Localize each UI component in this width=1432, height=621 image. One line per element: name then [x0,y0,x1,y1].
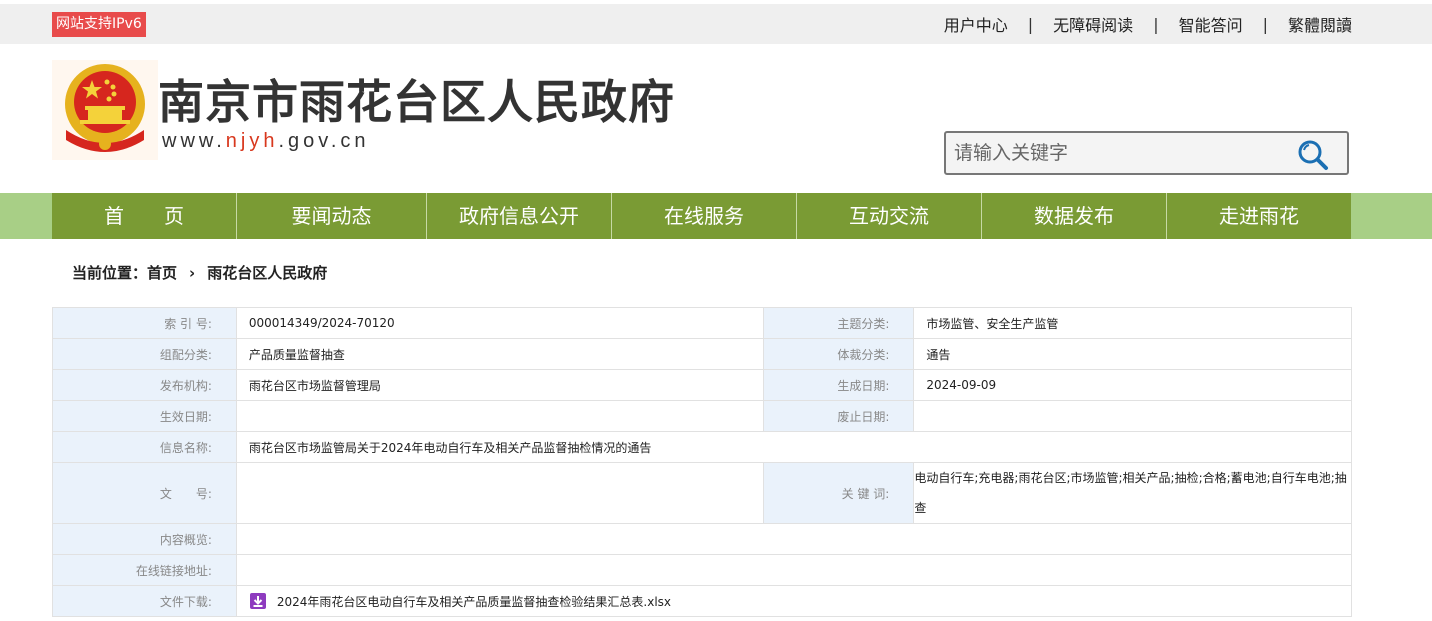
table-row: 发布机构: 雨花台区市场监督管理局 生成日期: 2024-09-09 [52,369,1352,401]
summary-value [235,523,1353,555]
top-bar: 网站支持IPv6 用户中心 | 无障碍阅读 | 智能答问 | 繁體閱讀 [0,4,1432,44]
category-value: 产品质量监督抽查 [235,338,765,370]
national-emblem-logo [52,60,158,160]
breadcrumb-home[interactable]: 首页 [147,264,177,282]
traditional-chinese-link[interactable]: 繁體閱讀 [1288,12,1352,36]
top-links: 用户中心 | 无障碍阅读 | 智能答问 | 繁體閱讀 [944,4,1352,44]
table-row: 文件下载: 2024年雨花台区电动自行车及相关产品质量监督抽查检验结果汇总表.x… [52,585,1353,617]
smart-qa-link[interactable]: 智能答问 [1179,12,1243,36]
download-file-name[interactable]: 2024年雨花台区电动自行车及相关产品质量监督抽查检验结果汇总表.xlsx [277,593,671,610]
created-date-value: 2024-09-09 [913,369,1352,401]
topic-label: 主题分类: [763,307,915,339]
download-icon [249,593,266,609]
doc-no-label: 文 号: [52,462,237,524]
table-row: 信息名称: 雨花台区市场监管局关于2024年电动自行车及相关产品监督抽检情况的通… [52,431,1353,463]
user-center-link[interactable]: 用户中心 [944,12,1008,36]
breadcrumb-current[interactable]: 雨花台区人民政府 [207,264,327,282]
site-url-highlight: njyh [225,130,279,152]
separator: | [1027,14,1034,34]
table-row: 内容概览: [52,523,1353,555]
genre-value: 通告 [913,338,1352,370]
site-url-prefix: www. [162,130,226,152]
search-box [944,131,1349,175]
topic-value: 市场监管、安全生产监管 [913,307,1352,339]
index-no-value: 000014349/2024-70120 [235,307,765,339]
search-input[interactable] [954,137,1284,169]
created-date-label: 生成日期: [763,369,915,401]
download-label: 文件下载: [52,585,237,617]
download-cell: 2024年雨花台区电动自行车及相关产品质量监督抽查检验结果汇总表.xlsx [235,585,1353,617]
info-name-value: 雨花台区市场监管局关于2024年电动自行车及相关产品监督抽检情况的通告 [235,431,1353,463]
expired-date-value [913,400,1352,432]
keywords-value: 电动自行车;充电器;雨花台区;市场监管;相关产品;抽检;合格;蓄电池;自行车电池… [913,462,1352,524]
publisher-value: 雨花台区市场监督管理局 [235,369,765,401]
table-row: 组配分类: 产品质量监督抽查 体裁分类: 通告 [52,338,1352,370]
nav-online-services[interactable]: 在线服务 [612,193,797,239]
info-name-label: 信息名称: [52,431,237,463]
chevron-right-icon: › [189,264,196,282]
table-row: 生效日期: 废止日期: [52,400,1352,432]
site-url: www.njyh.gov.cn [162,130,370,153]
breadcrumb-prefix: 当前位置： [72,264,148,282]
online-link-value [235,554,1353,586]
info-metadata-table: 索 引 号: 000014349/2024-70120 主题分类: 市场监管、安… [52,307,1353,617]
doc-no-value [235,462,765,524]
ipv6-badge: 网站支持IPv6 [52,12,146,37]
nav-about-yuhua[interactable]: 走进雨花 [1167,193,1351,239]
nav-gov-info[interactable]: 政府信息公开 [427,193,612,239]
nav-home[interactable]: 首 页 [52,193,237,239]
category-label: 组配分类: [52,338,237,370]
online-link-label: 在线链接地址: [52,554,237,586]
site-title: 南京市雨花台区人民政府 [158,75,675,129]
keywords-label: 关 键 词: [763,462,915,524]
site-url-suffix: .gov.cn [278,130,370,152]
genre-label: 体裁分类: [763,338,915,370]
table-row: 索 引 号: 000014349/2024-70120 主题分类: 市场监管、安… [52,307,1352,339]
expired-date-label: 废止日期: [763,400,915,432]
table-row: 文 号: 关 键 词: 电动自行车;充电器;雨花台区;市场监管;相关产品;抽检;… [52,462,1352,524]
download-link[interactable]: 2024年雨花台区电动自行车及相关产品质量监督抽查检验结果汇总表.xlsx [249,592,1351,610]
publisher-label: 发布机构: [52,369,237,401]
nav-news[interactable]: 要闻动态 [237,193,427,239]
nav-data-release[interactable]: 数据发布 [982,193,1167,239]
index-no-label: 索 引 号: [52,307,237,339]
table-row: 在线链接地址: [52,554,1353,586]
effective-date-value [235,400,765,432]
separator: | [1262,14,1268,34]
main-nav: 首 页 要闻动态 政府信息公开 在线服务 互动交流 数据发布 走进雨花 [52,193,1351,239]
separator: | [1153,14,1159,34]
breadcrumb: 当前位置：首页 › 雨花台区人民政府 [72,262,327,283]
search-icon[interactable] [1297,139,1329,171]
accessibility-link[interactable]: 无障碍阅读 [1053,12,1133,36]
summary-label: 内容概览: [52,523,237,555]
effective-date-label: 生效日期: [52,400,237,432]
nav-interaction[interactable]: 互动交流 [797,193,982,239]
